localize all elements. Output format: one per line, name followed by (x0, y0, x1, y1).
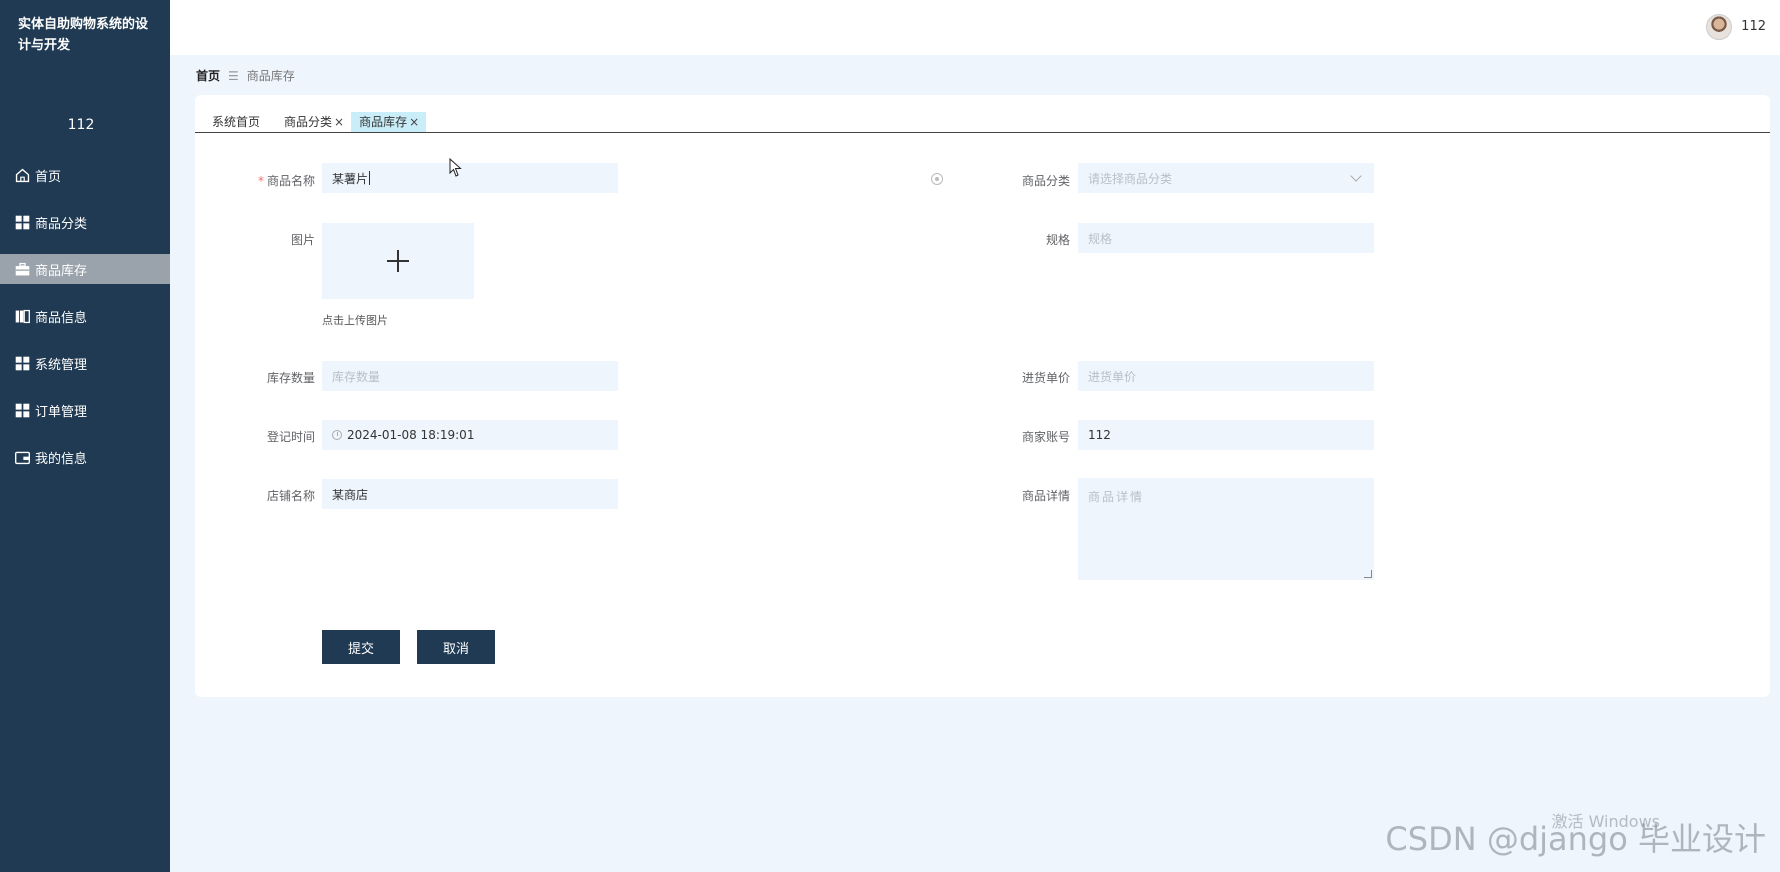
sidebar-item-orders[interactable]: 订单管理 (0, 395, 170, 425)
spec-label: 规格 (1045, 233, 1070, 247)
cancel-button[interactable]: 取消 (417, 630, 495, 664)
name-label-text: 商品名称 (266, 174, 315, 188)
time-label: 登记时间 (266, 430, 315, 444)
close-icon[interactable]: × (334, 112, 344, 132)
sidebar-item-system[interactable]: 系统管理 (0, 348, 170, 378)
sidebar-item-label: 商品信息 (35, 310, 88, 326)
menu-lines-icon: ☰ (228, 68, 239, 83)
breadcrumb-home[interactable]: 首页 (196, 67, 220, 84)
tab-label: 系统首页 (212, 115, 261, 129)
sidebar-item-profile[interactable]: 我的信息 (0, 442, 170, 472)
sidebar-item-goods-info[interactable]: 商品信息 (0, 301, 170, 331)
category-label: 商品分类 (1021, 174, 1070, 188)
required-mark: * (257, 174, 264, 188)
book-icon (13, 307, 31, 325)
avatar[interactable] (1706, 14, 1732, 40)
spec-placeholder: 规格 (1088, 231, 1113, 246)
briefcase-icon (13, 260, 31, 278)
name-label: * 商品名称 (215, 172, 315, 189)
wallet-icon (13, 448, 31, 466)
grid-icon (13, 401, 31, 419)
merchant-value: 112 (1088, 428, 1111, 442)
upload-tip: 点击上传图片 (322, 314, 388, 327)
submit-button[interactable]: 提交 (322, 630, 400, 664)
mouse-cursor-icon (449, 158, 462, 177)
breadcrumb: 首页 ☰ 商品库存 (196, 67, 295, 84)
text-caret (369, 171, 371, 185)
tab-stock[interactable]: 商品库存 × (351, 112, 427, 132)
sidebar-item-label: 首页 (35, 169, 62, 185)
detail-textarea[interactable]: 商品详情 (1078, 478, 1374, 580)
sidebar-item-category[interactable]: 商品分类 (0, 207, 170, 237)
merchant-label: 商家账号 (1021, 430, 1070, 444)
price-label: 进货单价 (1021, 371, 1070, 385)
plus-icon-vertical (397, 250, 399, 272)
tab-bar: 系统首页 商品分类 × 商品库存 × (195, 112, 1770, 133)
topbar-user-name[interactable]: 112 (1741, 19, 1766, 34)
topbar: 112 (170, 0, 1780, 55)
stock-placeholder: 库存数量 (332, 369, 381, 384)
resize-handle-icon[interactable] (1364, 570, 1372, 578)
sidebar-user-name: 112 (67, 117, 95, 133)
tab-category[interactable]: 商品分类 × (267, 112, 351, 132)
sidebar-item-label: 我的信息 (35, 451, 88, 467)
grid-icon (13, 354, 31, 372)
price-input[interactable]: 进货单价 (1078, 361, 1374, 391)
clock-icon (332, 430, 342, 440)
shop-value: 某商店 (332, 487, 369, 502)
tab-system-home[interactable]: 系统首页 (195, 112, 267, 132)
shop-input[interactable]: 某商店 (322, 479, 618, 509)
shop-label: 店铺名称 (266, 489, 315, 503)
sidebar-item-label: 商品分类 (35, 216, 88, 232)
merchant-input[interactable]: 112 (1078, 420, 1374, 450)
spec-input[interactable]: 规格 (1078, 223, 1374, 253)
sidebar: 实体自助购物系统的设计与开发 112 首页 商品分类 商品库存 商品信息 系统管… (0, 0, 170, 872)
home-icon (13, 166, 31, 184)
name-input[interactable]: 某薯片 (322, 163, 618, 193)
detail-placeholder: 商品详情 (1088, 490, 1145, 504)
category-placeholder: 请选择商品分类 (1088, 171, 1173, 186)
chevron-down-icon (1350, 170, 1362, 182)
price-placeholder: 进货单价 (1088, 369, 1137, 384)
breadcrumb-current: 商品库存 (246, 69, 295, 83)
clear-icon[interactable] (931, 173, 943, 185)
sidebar-item-label: 商品库存 (35, 263, 88, 279)
detail-label: 商品详情 (1021, 489, 1070, 503)
sidebar-menu: 首页 商品分类 商品库存 商品信息 系统管理 订单管理 我的信息 (0, 160, 170, 489)
category-select[interactable]: 请选择商品分类 (1078, 163, 1374, 193)
close-icon[interactable]: × (409, 112, 419, 132)
tab-label: 商品分类 (284, 115, 333, 129)
stock-input[interactable]: 库存数量 (322, 361, 618, 391)
name-value: 某薯片 (332, 171, 369, 186)
app-title: 实体自助购物系统的设计与开发 (18, 17, 149, 53)
time-input[interactable]: 2024-01-08 18:19:01 (322, 420, 618, 450)
tab-label: 商品库存 (359, 115, 408, 129)
grid-icon (13, 213, 31, 231)
sidebar-item-home[interactable]: 首页 (0, 160, 170, 190)
csdn-watermark: CSDN @django 毕业设计 (1385, 820, 1766, 858)
image-label: 图片 (290, 233, 315, 247)
sidebar-item-label: 系统管理 (35, 357, 88, 373)
image-upload[interactable] (322, 223, 474, 299)
time-value: 2024-01-08 18:19:01 (347, 428, 475, 442)
sidebar-item-stock[interactable]: 商品库存 (0, 254, 170, 284)
sidebar-item-label: 订单管理 (35, 404, 88, 420)
stock-label: 库存数量 (266, 371, 315, 385)
